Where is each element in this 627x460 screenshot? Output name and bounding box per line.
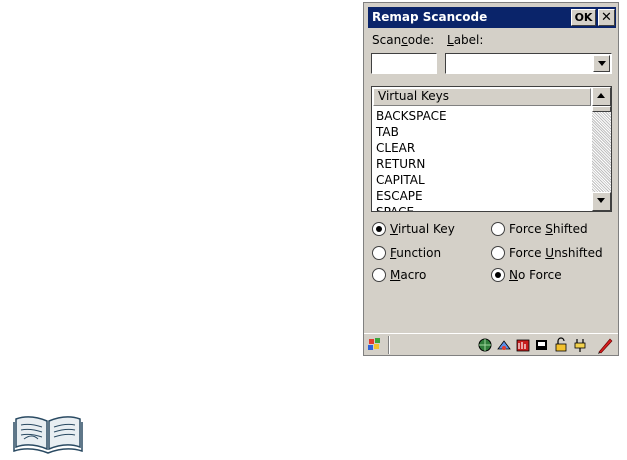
list-item[interactable]: ESCAPE	[376, 188, 447, 204]
radio-label: No Force	[509, 268, 562, 282]
label-label: Label:	[447, 33, 484, 47]
radio-unselected-icon	[372, 268, 386, 282]
radio-no-force[interactable]: No Force	[491, 267, 562, 283]
network-globe-icon[interactable]	[477, 337, 493, 353]
taskbar	[364, 333, 618, 355]
radio-force-shifted[interactable]: Force Shifted	[491, 221, 588, 237]
list-item[interactable]: CLEAR	[376, 140, 447, 156]
scancode-label: Scancode:	[372, 33, 435, 47]
radio-unselected-icon	[491, 222, 505, 236]
radio-unselected-icon	[491, 246, 505, 260]
power-plug-icon[interactable]	[572, 337, 588, 353]
start-flag-icon[interactable]	[367, 337, 383, 353]
scroll-thumb[interactable]	[592, 106, 611, 112]
list-item[interactable]: RETURN	[376, 156, 447, 172]
dialog-title: Remap Scancode	[372, 10, 488, 24]
system-tray	[477, 337, 588, 353]
list-item[interactable]: CAPITAL	[376, 172, 447, 188]
card-icon[interactable]	[534, 337, 550, 353]
chevron-down-icon	[598, 61, 606, 66]
radio-label: Macro	[390, 268, 427, 282]
radio-label: Force Shifted	[509, 222, 588, 236]
radio-label: Virtual Key	[390, 222, 455, 236]
close-button[interactable]: ✕	[598, 9, 615, 26]
scroll-down-button[interactable]	[592, 192, 611, 211]
list-item[interactable]: TAB	[376, 124, 447, 140]
radio-function[interactable]: Function	[372, 245, 441, 261]
remap-scancode-dialog: Remap Scancode OK ✕ Scancode: Label: Vir…	[363, 2, 619, 356]
list-item[interactable]: BACKSPACE	[376, 108, 447, 124]
radio-label: Force Unshifted	[509, 246, 603, 260]
lock-icon[interactable]	[553, 337, 569, 353]
taskbar-divider	[388, 336, 390, 354]
radio-selected-icon	[372, 222, 386, 236]
radio-label: Function	[390, 246, 442, 260]
radio-selected-icon	[491, 268, 505, 282]
radio-macro[interactable]: Macro	[372, 267, 426, 283]
radio-unselected-icon	[372, 246, 386, 260]
connection-icon[interactable]	[496, 337, 512, 353]
radio-force-unshifted[interactable]: Force Unshifted	[491, 245, 603, 261]
scancode-input[interactable]	[371, 53, 437, 74]
battery-status-icon[interactable]	[515, 337, 531, 353]
chevron-up-icon	[597, 93, 605, 98]
chevron-down-icon	[597, 198, 605, 203]
scroll-up-button[interactable]	[592, 87, 611, 106]
list-items: BACKSPACE TAB CLEAR RETURN CAPITAL ESCAP…	[376, 108, 447, 211]
label-dropdown[interactable]	[445, 53, 612, 74]
list-item[interactable]: SPACE	[376, 204, 447, 211]
stylus-pen-icon[interactable]	[596, 336, 614, 354]
open-book-icon	[13, 416, 83, 454]
dialog-titlebar: Remap Scancode OK ✕	[368, 7, 616, 28]
ok-button[interactable]: OK	[571, 9, 596, 26]
list-header: Virtual Keys	[373, 88, 591, 106]
vertical-scrollbar[interactable]	[592, 87, 611, 211]
label-dropdown-button[interactable]	[593, 55, 610, 72]
virtual-keys-list[interactable]: Virtual Keys BACKSPACE TAB CLEAR RETURN …	[371, 86, 612, 212]
radio-virtual-key[interactable]: Virtual Key	[372, 221, 455, 237]
